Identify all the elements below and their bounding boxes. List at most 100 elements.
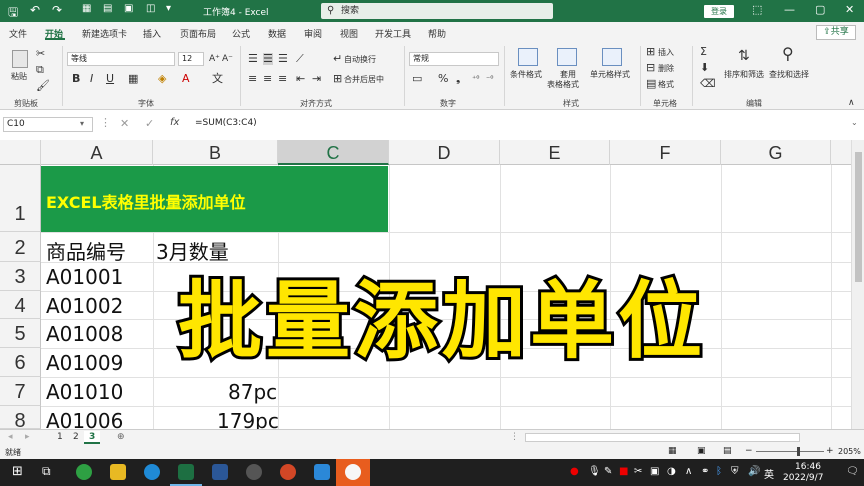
font-name-select[interactable]: 等线 [67, 52, 175, 66]
phonetic-icon[interactable]: 文 [212, 73, 223, 85]
clock-date[interactable]: 2022/9/7 [783, 473, 823, 483]
align-left-icon[interactable]: ≡ [248, 73, 257, 85]
active-app-tile[interactable] [336, 459, 370, 486]
align-middle-icon[interactable]: ☰ [263, 53, 273, 65]
table-icon[interactable]: ▦ [82, 3, 91, 14]
tab-help[interactable]: 帮助 [428, 27, 446, 40]
vertical-scrollbar[interactable] [851, 140, 864, 430]
sheet-tab-1[interactable]: 1 [52, 431, 68, 444]
pen-icon[interactable]: ✎ [604, 466, 612, 477]
close-button[interactable]: ✕ [845, 3, 854, 16]
comma-style-icon[interactable]: ❟ [456, 73, 460, 85]
increase-indent-icon[interactable]: ⇥ [312, 73, 321, 85]
clock-time[interactable]: 16:46 [795, 462, 821, 472]
paste-icon[interactable] [12, 50, 28, 68]
grid-icon[interactable]: ▤ [103, 3, 112, 14]
maximize-button[interactable]: ▢ [815, 3, 825, 16]
tab-review[interactable]: 审阅 [304, 27, 322, 40]
tab-view[interactable]: 视图 [340, 27, 358, 40]
excel-icon[interactable] [178, 464, 194, 480]
zoom-slider-thumb[interactable] [797, 447, 800, 456]
format-cells-label[interactable]: 格式 [658, 80, 674, 90]
fill-icon[interactable]: ⬇ [700, 62, 709, 74]
tray-app-icon[interactable]: ▣ [650, 466, 659, 477]
column-header-g[interactable]: G [721, 140, 831, 165]
conditional-format-icon[interactable] [518, 48, 538, 66]
network-icon[interactable]: ⚭ [701, 466, 709, 477]
copy-icon[interactable]: ⧉ [36, 64, 44, 76]
row-header-8[interactable]: 8 [0, 406, 41, 429]
shrink-font-icon[interactable]: A⁻ [222, 53, 233, 65]
undo-icon[interactable]: ↶ [30, 3, 40, 17]
merge-icon[interactable]: ⊞ [333, 73, 342, 85]
percent-icon[interactable]: % [438, 73, 448, 85]
video-editor-icon[interactable] [314, 464, 330, 480]
volume-icon[interactable]: 🔊 [748, 466, 760, 477]
login-button[interactable]: 登录 [704, 5, 734, 18]
sort-filter-label[interactable]: 排序和筛选 [724, 70, 764, 80]
column-header-d[interactable]: D [389, 140, 500, 165]
tab-insert[interactable]: 插入 [143, 27, 161, 40]
redo-icon[interactable]: ↷ [52, 3, 62, 17]
save-icon[interactable]: 🖫 [8, 3, 18, 24]
column-header-f[interactable]: F [610, 140, 721, 165]
align-center-icon[interactable]: ≡ [263, 73, 272, 85]
font-size-select[interactable]: 12 [178, 52, 204, 66]
app-tray-icon[interactable]: ■ [619, 466, 628, 477]
cell-a8[interactable]: A01006 [46, 409, 123, 429]
cell-b7[interactable]: 87pc [228, 380, 277, 404]
cell-styles-label[interactable]: 单元格样式 [590, 70, 630, 80]
row-header-5[interactable]: 5 [0, 319, 41, 348]
table-format-label-1[interactable]: 套用 [560, 70, 576, 80]
wrap-text-label[interactable]: 自动换行 [344, 55, 376, 65]
underline-icon[interactable]: U [106, 73, 114, 85]
task-view-icon[interactable]: ⧉ [42, 464, 51, 479]
cell-a5[interactable]: A01008 [46, 322, 123, 346]
zoom-slider[interactable] [756, 451, 824, 452]
orientation-icon[interactable]: ⟋ [296, 53, 304, 65]
format-cells-icon[interactable]: ▤ [646, 78, 656, 90]
search-input[interactable]: ⚲ 搜索 [321, 3, 553, 19]
preview-icon[interactable]: ◫ [146, 3, 155, 14]
italic-icon[interactable]: I [90, 73, 93, 85]
border-icon[interactable]: ▦ [128, 73, 138, 85]
row-header-4[interactable]: 4 [0, 291, 41, 319]
ribbon-display-icon[interactable]: ⬚ [752, 3, 762, 16]
customize-qat-icon[interactable]: ▾ [166, 3, 171, 14]
sheet-tab-3[interactable]: 3 [84, 431, 101, 444]
edge-icon[interactable] [144, 464, 160, 480]
cell-styles-icon[interactable] [602, 48, 622, 66]
tab-page-layout[interactable]: 页面布局 [180, 27, 216, 40]
minimize-button[interactable]: — [784, 3, 795, 16]
tab-split-icon[interactable]: ⋮ [505, 431, 524, 444]
cut-icon[interactable]: ✂ [36, 48, 45, 60]
wrap-text-icon[interactable]: ↵ [333, 53, 342, 65]
align-top-icon[interactable]: ☰ [248, 53, 258, 65]
accounting-format-icon[interactable]: ▭ [412, 73, 422, 85]
cell-a6[interactable]: A01009 [46, 351, 123, 375]
game-icon[interactable]: ◑ [667, 466, 676, 477]
fill-color-icon[interactable]: ◈ [158, 73, 166, 85]
cell-a3[interactable]: A01001 [46, 265, 123, 289]
zoom-in-icon[interactable]: + [826, 446, 834, 456]
page-break-view-icon[interactable]: ▤ [723, 446, 732, 456]
vertical-scroll-thumb[interactable] [855, 152, 862, 282]
notification-icon[interactable]: 🗨 [846, 466, 859, 477]
format-painter-icon[interactable]: 🖌 [36, 80, 50, 92]
clear-icon[interactable]: ⌫ [700, 78, 716, 90]
column-header-c[interactable]: C [278, 140, 389, 165]
tab-formulas[interactable]: 公式 [232, 27, 250, 40]
tab-developer[interactable]: 开发工具 [375, 27, 411, 40]
mic-icon[interactable]: 🎙 [588, 466, 601, 477]
ime-indicator[interactable]: 英 [764, 466, 774, 481]
tab-new[interactable]: 新建选项卡 [82, 27, 127, 40]
tab-file[interactable]: 文件 [9, 27, 27, 40]
sort-filter-icon[interactable]: ⇅ [738, 49, 750, 63]
cell-a7[interactable]: A01010 [46, 380, 123, 404]
number-format-select[interactable]: 常规 [409, 52, 499, 66]
column-header-e[interactable]: E [500, 140, 610, 165]
delete-cells-label[interactable]: 删除 [658, 64, 674, 74]
security-icon[interactable]: ⛨ [731, 466, 739, 477]
prev-sheet-icon[interactable]: ◂ [3, 431, 18, 444]
formula-input[interactable]: =SUM(C3:C4) [195, 118, 257, 128]
